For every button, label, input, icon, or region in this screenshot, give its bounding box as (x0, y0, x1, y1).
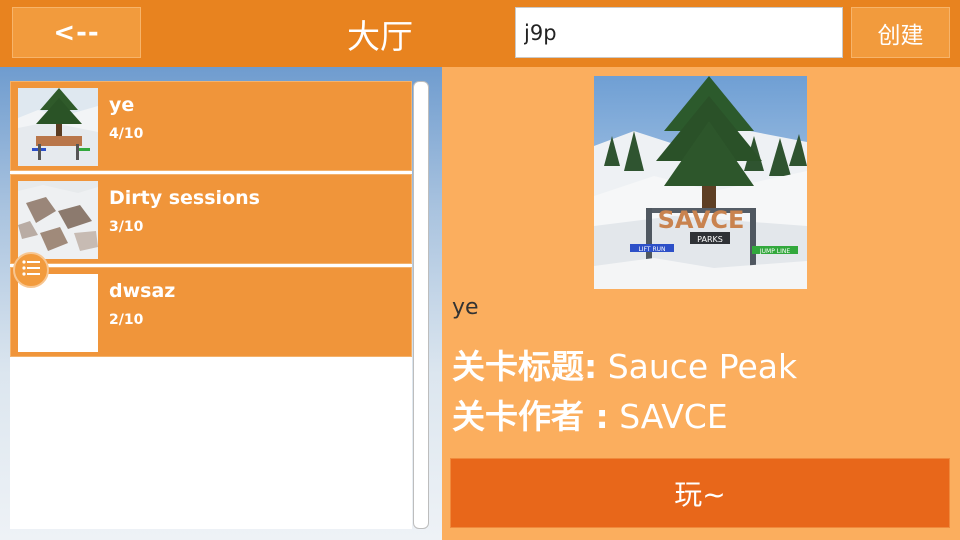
level-author-value: SAVCE (619, 397, 728, 436)
room-name: dwsaz (109, 280, 176, 302)
list-scrollbar[interactable] (413, 81, 429, 529)
room-creator: ye (452, 295, 479, 320)
room-name: Dirty sessions (109, 187, 260, 209)
room-name: ye (109, 94, 135, 116)
preview-sign-text: SAVCE (658, 206, 745, 234)
create-button[interactable]: 创建 (851, 7, 950, 58)
room-player-count: 3/10 (109, 219, 144, 235)
level-title-row: 关卡标题: Sauce Peak (452, 340, 797, 388)
room-player-count: 2/10 (109, 312, 144, 328)
room-list-panel: ye 4/10 Dirty sessions 3/10 dwsaz 2/10 (0, 67, 442, 540)
room-thumbnail (18, 88, 98, 166)
preview-right-sign: JUMP LINE (759, 248, 790, 255)
room-item-dirty-sessions[interactable]: Dirty sessions 3/10 (10, 174, 412, 264)
level-title-label: 关卡标题: (452, 347, 598, 386)
level-title-value: Sauce Peak (607, 347, 798, 386)
room-list[interactable]: ye 4/10 Dirty sessions 3/10 dwsaz 2/10 (10, 81, 412, 529)
room-detail-panel: SAVCE PARKS LIFT RUN JUMP LINE ye 关卡标题: … (442, 67, 960, 540)
level-author-label: 关卡作者 : (452, 397, 609, 436)
level-author-row: 关卡作者 : SAVCE (452, 390, 728, 438)
level-preview-image: SAVCE PARKS LIFT RUN JUMP LINE (594, 76, 807, 289)
room-player-count: 4/10 (109, 126, 144, 142)
preview-left-sign: LIFT RUN (638, 246, 665, 253)
list-menu-button[interactable] (13, 252, 49, 288)
room-thumbnail (18, 181, 98, 259)
room-item-ye[interactable]: ye 4/10 (10, 81, 412, 171)
list-icon (22, 260, 40, 280)
back-button[interactable]: <-- (12, 7, 141, 58)
preview-sign-sub: PARKS (697, 235, 723, 244)
page-title: 大厅 (347, 16, 413, 56)
play-button[interactable]: 玩~ (450, 458, 950, 528)
room-item-dwsaz[interactable]: dwsaz 2/10 (10, 267, 412, 357)
top-bar: <-- 大厅 创建 (0, 0, 960, 67)
search-input[interactable] (515, 7, 843, 58)
